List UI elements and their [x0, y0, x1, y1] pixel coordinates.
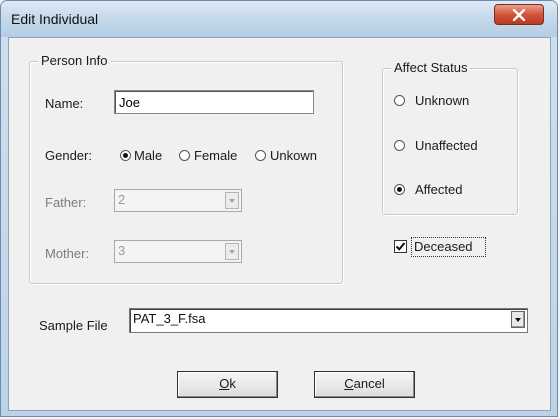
- mother-label: Mother:: [45, 246, 90, 261]
- gender-label: Gender:: [45, 148, 92, 163]
- affect-unknown-label: Unknown: [415, 93, 470, 108]
- window-title: Edit Individual: [11, 11, 99, 27]
- gender-male-radio[interactable]: [120, 150, 131, 161]
- affect-status-group: Affect Status Unknown Unaffected Affecte…: [382, 60, 518, 215]
- sample-file-label: Sample File: [39, 318, 108, 333]
- person-info-legend: Person Info: [38, 53, 111, 68]
- affect-unaffected-label: Unaffected: [415, 138, 478, 153]
- cancel-mnemonic: C: [344, 376, 354, 391]
- close-x-icon: [512, 9, 526, 21]
- gender-unkown-label: Unkown: [270, 148, 317, 163]
- ok-button[interactable]: Ok: [177, 371, 278, 398]
- ok-mnemonic: O: [219, 376, 230, 391]
- affect-unaffected-radio[interactable]: [394, 140, 405, 151]
- title-bar[interactable]: Edit Individual: [1, 1, 557, 37]
- chevron-down-icon[interactable]: [511, 311, 525, 328]
- dialog-window: Edit Individual Person Info Name: Gender…: [0, 0, 558, 417]
- name-label: Name:: [45, 96, 84, 111]
- dialog-body: Person Info Name: Gender: Male Female Un…: [8, 37, 551, 411]
- mother-value: 3: [118, 243, 126, 258]
- gender-unkown-radio[interactable]: [255, 150, 266, 161]
- name-input[interactable]: [114, 90, 314, 114]
- gender-female-radio[interactable]: [179, 150, 190, 161]
- affect-affected-label: Affected: [415, 182, 463, 197]
- ok-label: k: [229, 376, 236, 391]
- affect-status-legend: Affect Status: [391, 60, 471, 75]
- chevron-down-icon: [225, 243, 239, 260]
- sample-file-value: PAT_3_F.fsa: [133, 311, 206, 326]
- mother-select[interactable]: 3: [114, 240, 242, 263]
- gender-male-label: Male: [134, 148, 163, 163]
- cancel-button[interactable]: Cancel: [314, 371, 415, 398]
- checkmark-icon: [395, 242, 406, 251]
- gender-female-label: Female: [194, 148, 238, 163]
- father-select[interactable]: 2: [114, 189, 242, 212]
- close-button[interactable]: [494, 4, 544, 25]
- deceased-label[interactable]: Deceased: [414, 239, 473, 254]
- deceased-checkbox[interactable]: [394, 240, 407, 253]
- cancel-label: ancel: [353, 376, 385, 391]
- sample-file-select[interactable]: PAT_3_F.fsa: [129, 308, 528, 333]
- father-value: 2: [118, 192, 126, 207]
- affect-unknown-radio[interactable]: [394, 95, 405, 106]
- affect-affected-radio[interactable]: [394, 184, 405, 195]
- father-label: Father:: [45, 195, 87, 210]
- chevron-down-icon: [225, 192, 239, 209]
- person-info-group: Person Info Name: Gender: Male Female Un…: [29, 53, 343, 284]
